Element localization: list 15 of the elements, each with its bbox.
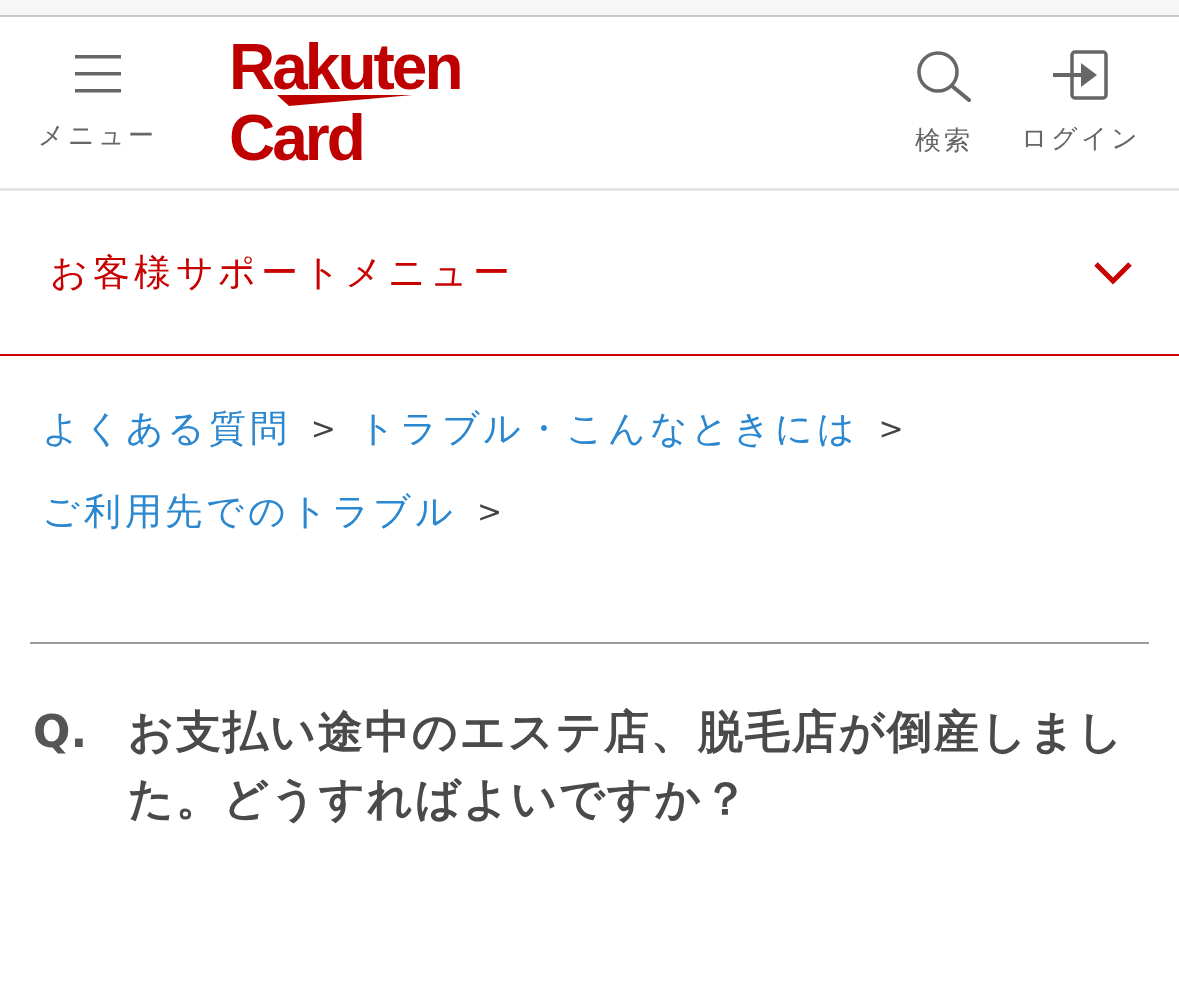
breadcrumb-link[interactable]: よくある質問 bbox=[42, 404, 291, 454]
breadcrumb-separator: > bbox=[878, 410, 904, 448]
menu-icon bbox=[74, 54, 121, 93]
breadcrumb-separator: > bbox=[477, 493, 503, 531]
logo[interactable]: Rakuten Card bbox=[229, 41, 461, 164]
breadcrumb-link[interactable]: ご利用先でのトラブル bbox=[42, 487, 457, 537]
search-button[interactable]: 検索 bbox=[915, 49, 973, 156]
question-marker: Q. bbox=[33, 705, 89, 759]
question-title: お支払い途中のエステ店、脱毛店が倒産しました。どうすればよいですか？ bbox=[128, 704, 1126, 827]
menu-button[interactable]: メニュー bbox=[38, 54, 157, 151]
search-icon bbox=[916, 49, 972, 102]
login-icon bbox=[1053, 49, 1109, 100]
login-button[interactable]: ログイン bbox=[1021, 49, 1141, 154]
breadcrumb-link[interactable]: トラブル・こんなときには bbox=[357, 404, 859, 454]
breadcrumb-separator: > bbox=[310, 410, 336, 448]
